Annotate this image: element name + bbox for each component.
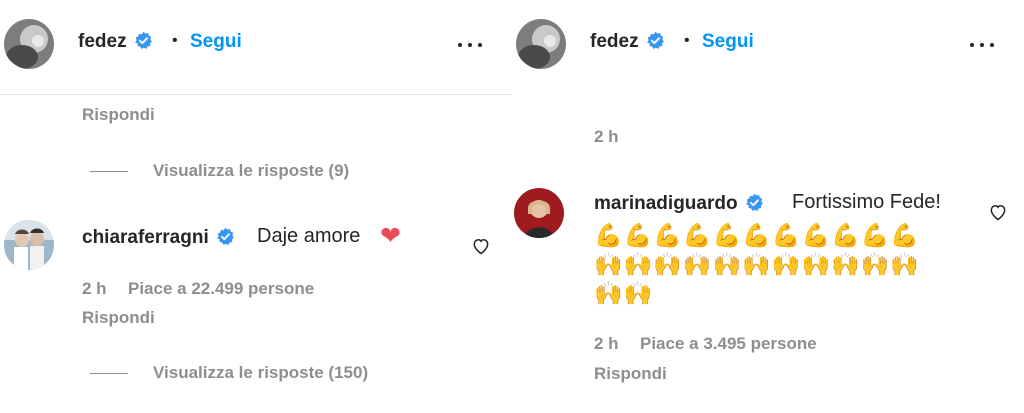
post-author-name[interactable]: fedez — [78, 31, 127, 52]
comment-author-name[interactable]: chiaraferragni — [82, 227, 209, 248]
likes-count[interactable]: Piace a 3.495 persone — [640, 334, 817, 354]
reply-button[interactable]: Rispondi — [594, 364, 667, 384]
raising-hands-emoji-row: 🙌🙌 — [594, 280, 654, 306]
comment-timestamp: 2 h — [594, 127, 619, 146]
comment-text: Fortissimo Fede! — [792, 191, 941, 213]
raising-hands-emoji-row: 🙌🙌🙌🙌🙌🙌🙌🙌🙌🙌🙌 — [594, 251, 921, 277]
post-author-name[interactable]: fedez — [590, 31, 639, 52]
view-replies-button[interactable]: Visualizza le risposte (150) — [153, 363, 368, 383]
post-author[interactable]: fedez — [590, 31, 665, 53]
replies-divider-line — [90, 171, 128, 172]
verified-badge-icon — [646, 31, 665, 50]
view-replies-button[interactable]: Visualizza le risposte (9) — [153, 161, 349, 181]
separator-dot: • — [684, 32, 690, 49]
comment-text: Daje amore — [257, 225, 361, 247]
verified-badge-icon — [216, 227, 235, 246]
marinadiguardo-avatar[interactable] — [514, 188, 564, 238]
like-heart-icon[interactable] — [988, 202, 1008, 222]
like-heart-icon[interactable] — [471, 236, 491, 256]
follow-button[interactable]: Segui — [190, 31, 242, 53]
comment-timestamp: 2 h — [82, 279, 107, 298]
post-header: fedez • Segui — [0, 0, 512, 95]
likes-count[interactable]: Piace a 22.499 persone — [128, 279, 314, 299]
comment-author-name[interactable]: marinadiguardo — [594, 193, 738, 214]
fedez-avatar[interactable] — [516, 19, 566, 69]
flexed-biceps-emoji-row: 💪💪💪💪💪💪💪💪💪💪💪 — [594, 222, 921, 248]
fedez-avatar[interactable] — [4, 19, 54, 69]
more-options-icon[interactable] — [968, 35, 996, 55]
reply-button[interactable]: Rispondi — [82, 105, 155, 125]
verified-badge-icon — [134, 31, 153, 50]
follow-button[interactable]: Segui — [702, 31, 754, 53]
comment-author[interactable]: chiaraferragni — [82, 227, 235, 249]
right-comments-panel: fedez • Segui 2 h marinadiguardo Fortiss… — [512, 0, 1024, 413]
post-author[interactable]: fedez — [78, 31, 153, 53]
reply-button[interactable]: Rispondi — [82, 308, 155, 328]
comment-timestamp: 2 h — [594, 334, 619, 353]
replies-divider-line — [90, 373, 128, 374]
left-comments-panel: fedez • Segui Rispondi Visualizza le ris… — [0, 0, 512, 413]
separator-dot: • — [172, 32, 178, 49]
more-options-icon[interactable] — [456, 35, 484, 55]
comment-author[interactable]: marinadiguardo — [594, 193, 764, 215]
chiaraferragni-avatar[interactable] — [4, 220, 54, 270]
post-header: fedez • Segui — [512, 0, 1024, 96]
verified-badge-icon — [745, 193, 764, 212]
red-heart-emoji: ❤ — [380, 222, 401, 250]
